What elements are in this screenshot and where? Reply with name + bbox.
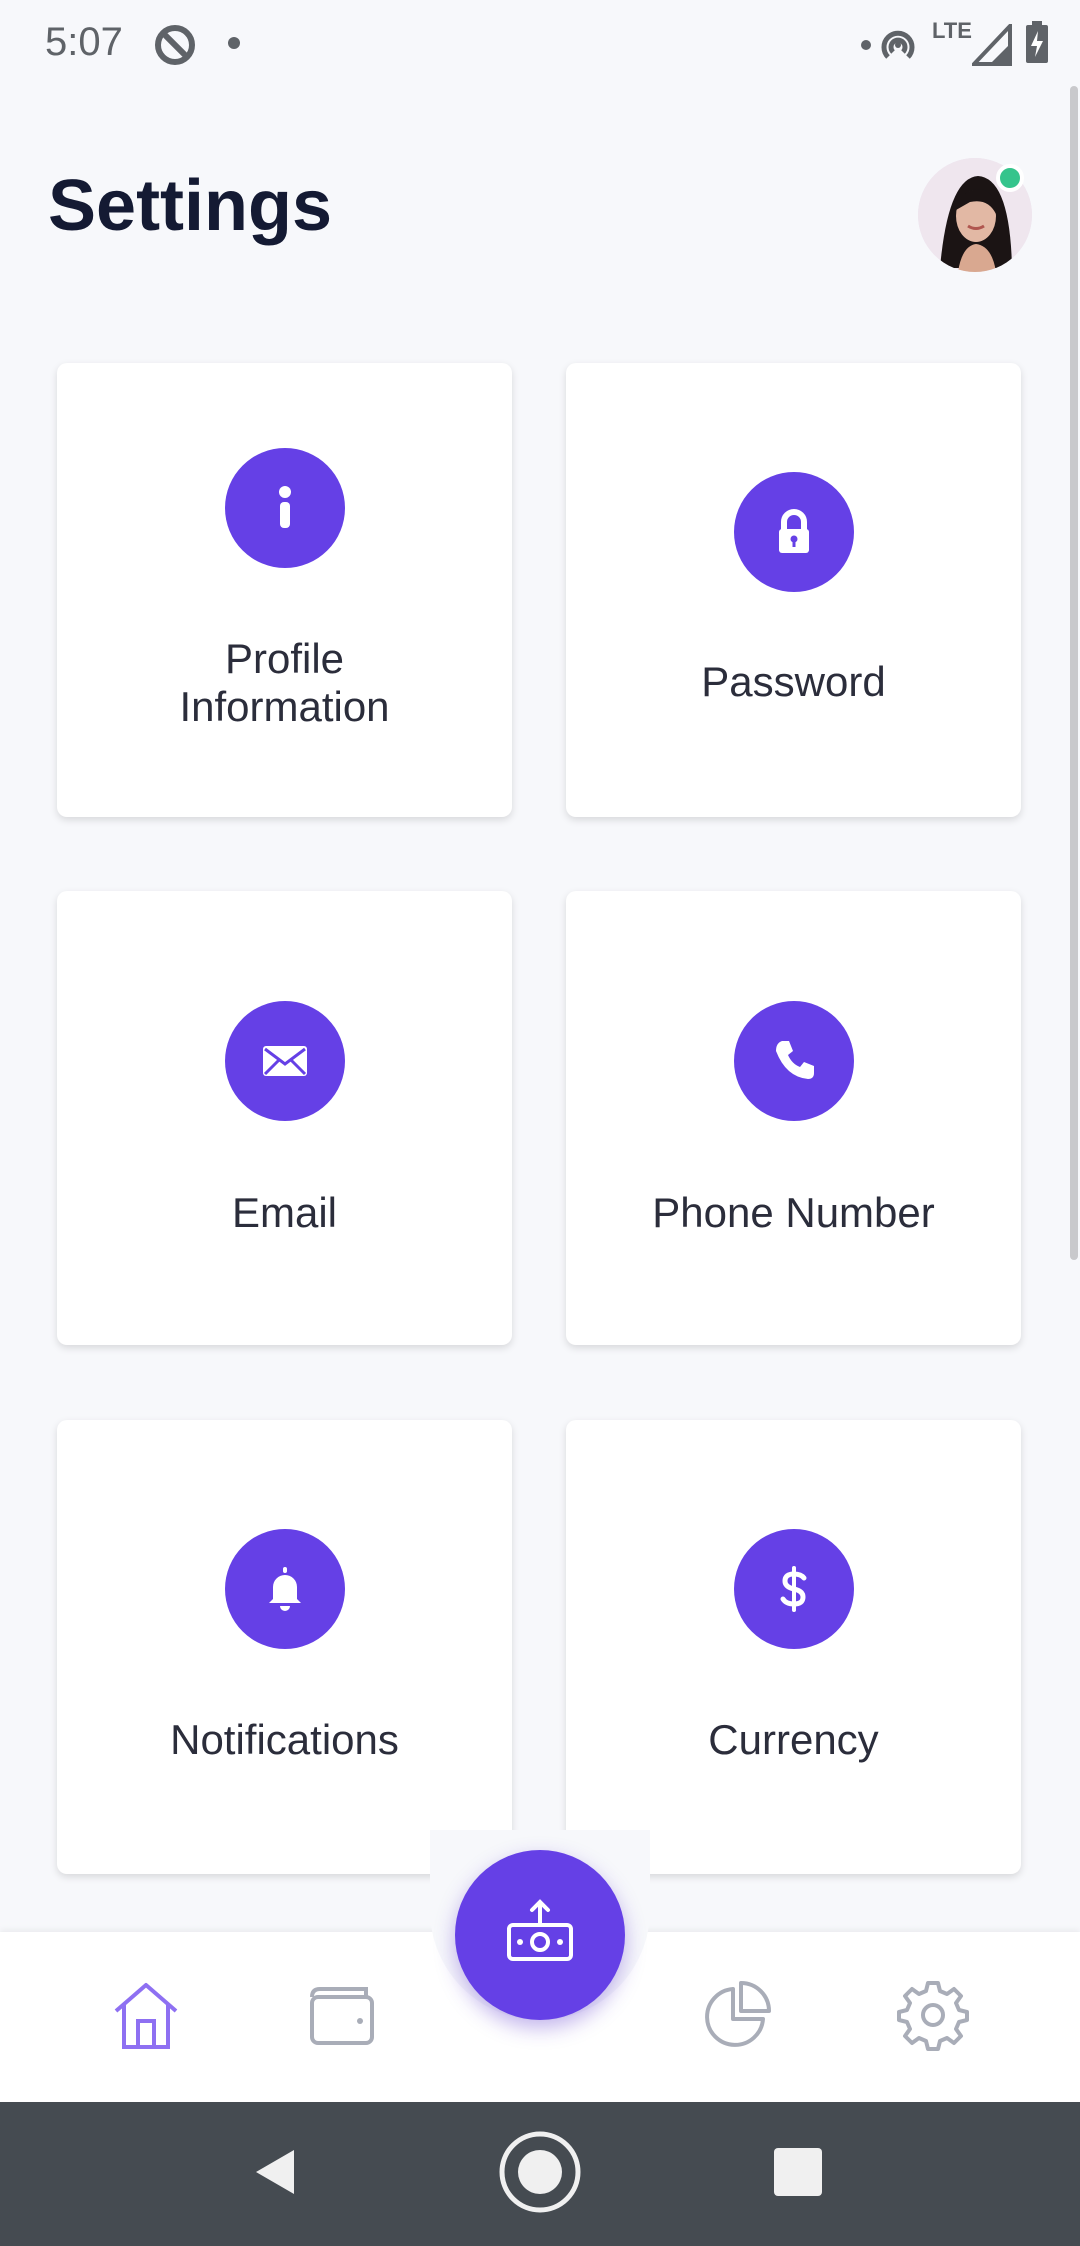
scrollbar[interactable]	[1070, 86, 1078, 1260]
settings-card-currency[interactable]: Currency	[566, 1420, 1021, 1874]
do-not-disturb-icon	[155, 25, 195, 65]
card-label: Notifications	[170, 1716, 399, 1763]
page-title: Settings	[48, 166, 333, 246]
settings-card-phone-number[interactable]: Phone Number	[566, 891, 1021, 1345]
settings-card-password[interactable]: Password	[566, 363, 1021, 817]
gear-icon	[897, 1981, 969, 2051]
home-icon	[114, 1983, 178, 2049]
card-label: Phone Number	[652, 1189, 935, 1236]
cash-upload-icon	[507, 1899, 573, 1961]
settings-card-profile-information[interactable]: Profile Information	[57, 363, 512, 817]
nav-statistics[interactable]	[697, 1975, 777, 2055]
status-time: 5:07	[45, 20, 123, 64]
status-icons: LTE	[860, 18, 1050, 68]
phone-icon	[733, 1001, 854, 1121]
back-triangle-icon	[256, 2150, 294, 2194]
info-icon	[224, 448, 345, 568]
dollar-icon	[733, 1529, 854, 1649]
nav-settings[interactable]	[893, 1975, 973, 2055]
card-label: Password	[701, 658, 886, 705]
settings-card-notifications[interactable]: Notifications	[57, 1420, 512, 1874]
hotspot-icon	[861, 30, 915, 59]
recents-square-icon	[774, 2148, 822, 2196]
card-label: Email	[231, 1189, 338, 1236]
online-status-badge	[996, 164, 1024, 192]
network-type-label: LTE	[932, 18, 972, 43]
status-bar: 5:07 LTE	[0, 0, 1080, 90]
card-label: Profile Information	[179, 635, 390, 730]
battery-charging-icon	[1026, 21, 1048, 63]
settings-card-email[interactable]: Email	[57, 891, 512, 1345]
notification-dot-icon	[228, 37, 240, 49]
wallet-icon	[310, 1987, 374, 2045]
home-circle-icon	[499, 2131, 581, 2213]
back-button[interactable]	[226, 2122, 326, 2222]
bell-icon	[224, 1529, 345, 1649]
nav-home[interactable]	[106, 1975, 186, 2055]
card-label: Currency	[708, 1716, 879, 1763]
cellular-signal-icon	[972, 24, 1012, 66]
lock-icon	[733, 472, 854, 592]
add-transaction-button[interactable]	[455, 1850, 625, 2020]
mail-icon	[224, 1001, 345, 1121]
nav-wallet[interactable]	[302, 1975, 382, 2055]
recents-button[interactable]	[748, 2122, 848, 2222]
pie-chart-icon	[705, 1981, 771, 2047]
home-button[interactable]	[490, 2122, 590, 2222]
